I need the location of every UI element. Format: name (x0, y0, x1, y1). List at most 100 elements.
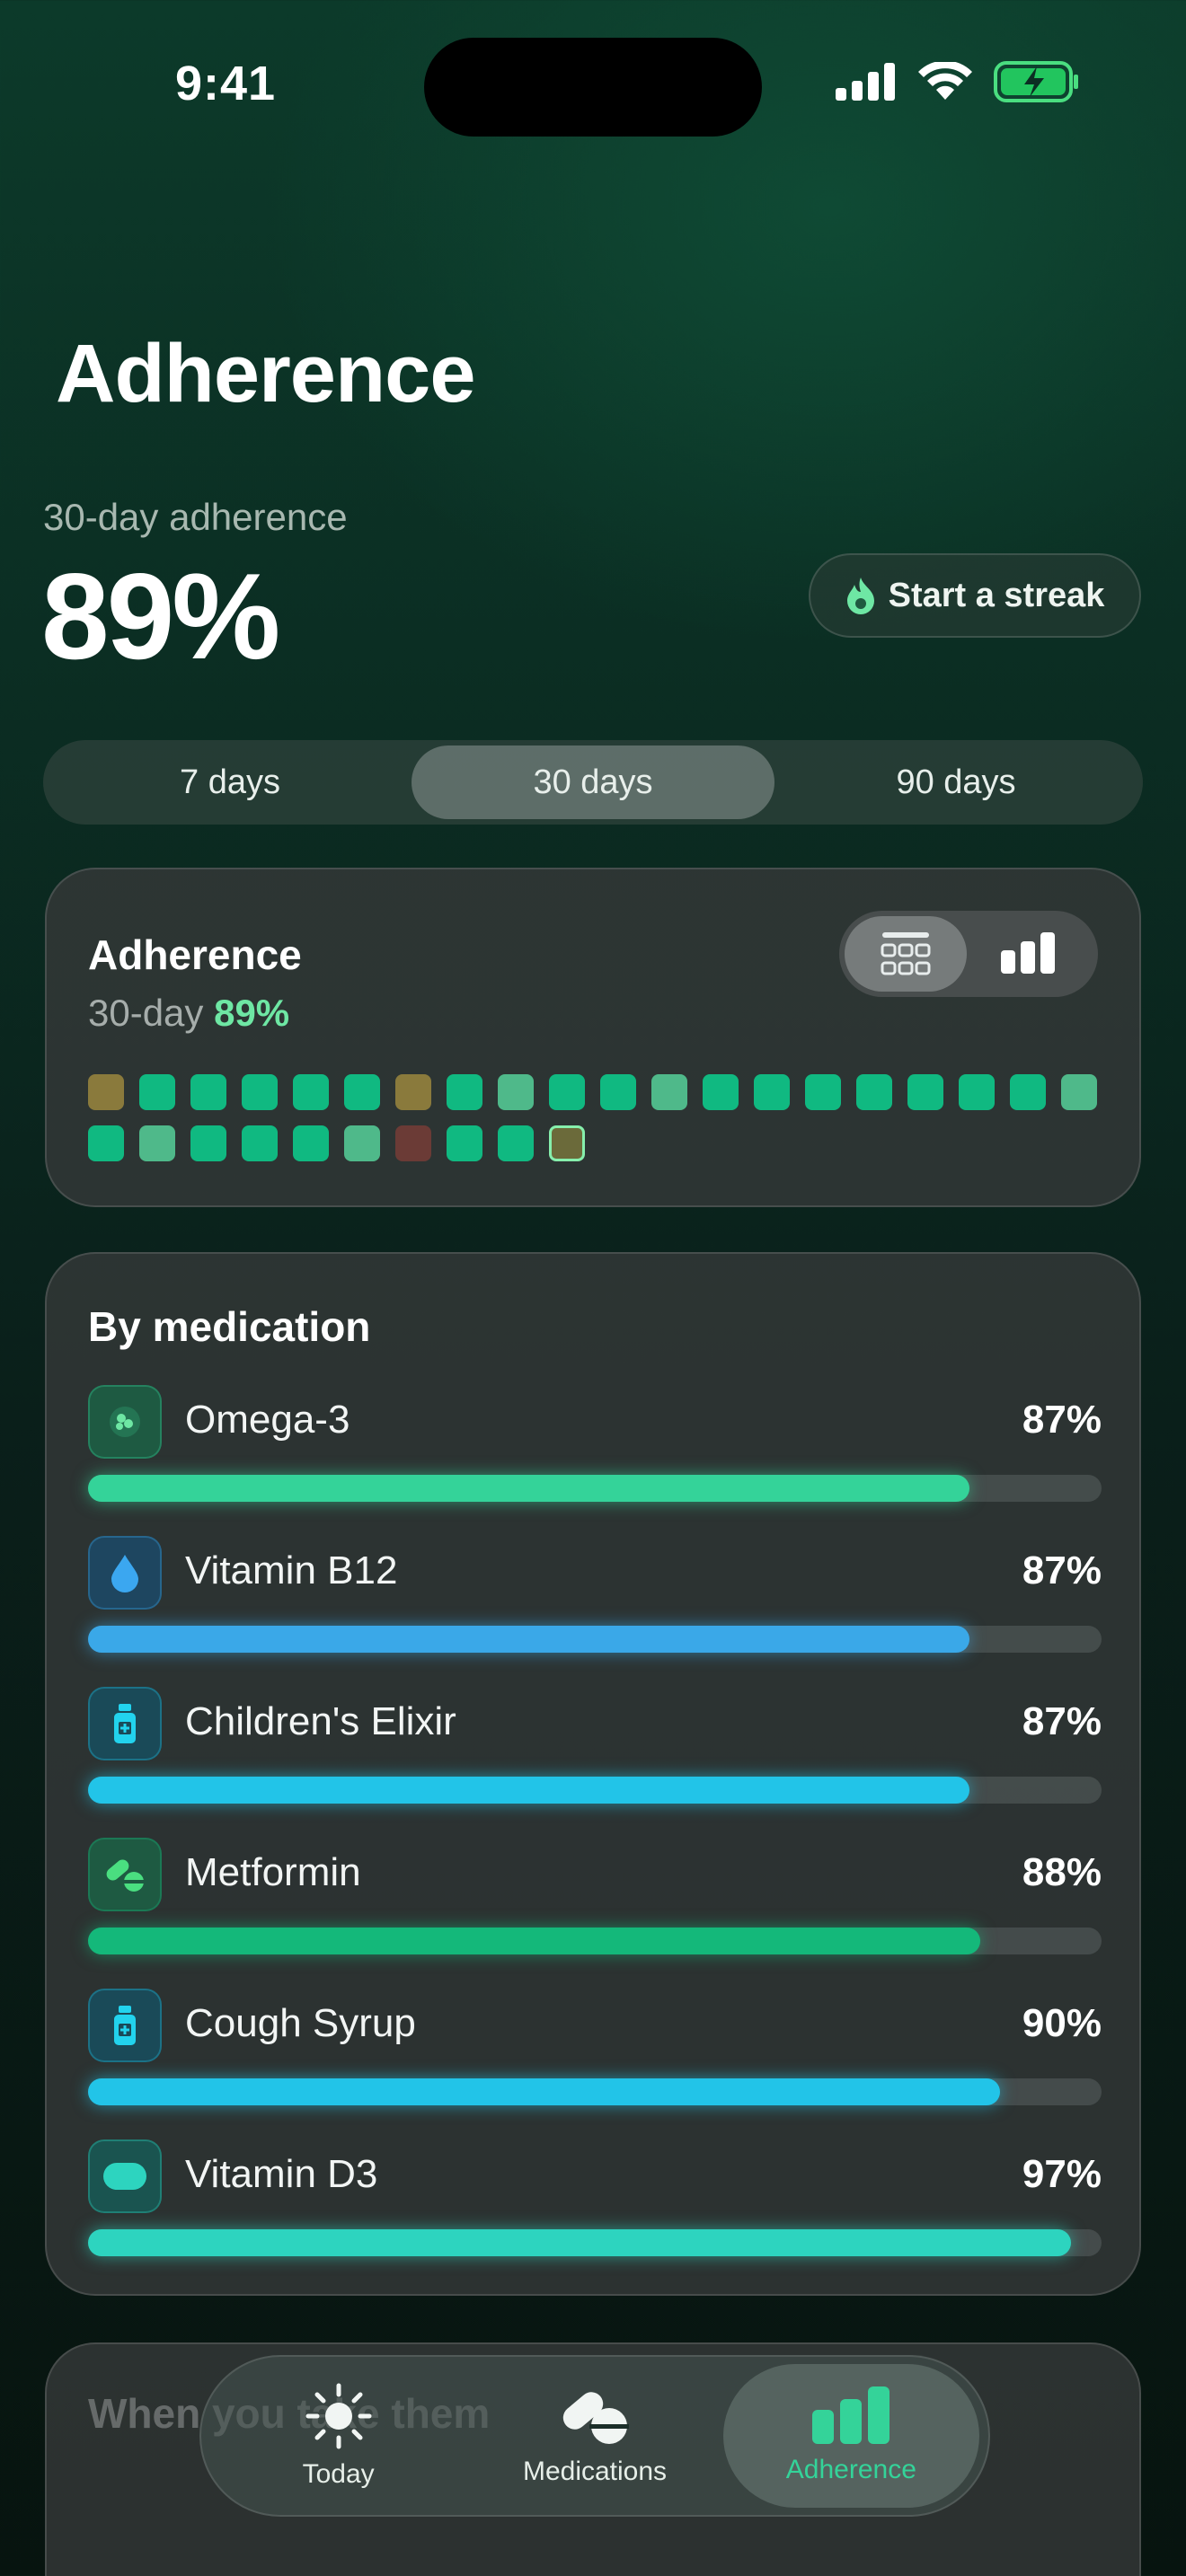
tab-medications[interactable]: Medications (466, 2364, 722, 2508)
adherence-day-cell[interactable] (754, 1074, 790, 1110)
tab-adherence-label: Adherence (785, 2455, 916, 2484)
progress-fill (88, 2078, 1001, 2105)
medication-row-childrens-elixir[interactable]: Children's Elixir 87% (88, 1687, 1102, 1822)
medication-name: Omega-3 (185, 1398, 350, 1442)
med-icon-box (88, 2139, 162, 2213)
grid-view-button[interactable] (845, 916, 967, 992)
medication-percent: 88% (1022, 1850, 1102, 1894)
adherence-card-title: Adherence (88, 931, 302, 978)
tab-today-label: Today (302, 2459, 375, 2489)
adherence-day-grid (88, 1074, 1103, 1161)
adherence-day-cell[interactable] (293, 1074, 329, 1110)
tab-medications-label: Medications (522, 2457, 668, 2486)
range-segmented-control: 7 days 30 days 90 days (43, 740, 1143, 825)
adherence-day-cell[interactable] (549, 1125, 585, 1161)
medication-name: Vitamin D3 (185, 2152, 378, 2196)
medication-row-vitamin-b12[interactable]: Vitamin B12 87% (88, 1536, 1102, 1671)
dynamic-island (424, 38, 762, 137)
adherence-day-cell[interactable] (344, 1074, 380, 1110)
adherence-day-cell[interactable] (139, 1074, 175, 1110)
view-toggle (839, 911, 1098, 997)
adherence-summary-label: 30-day adherence (43, 496, 348, 538)
med-icon-box (88, 1687, 162, 1760)
tab-bar: Today Medications Adherence (199, 2355, 990, 2517)
range-tab-7-days[interactable]: 7 days (49, 745, 412, 819)
start-streak-label: Start a streak (888, 576, 1105, 614)
medications-card-title: By medication (88, 1303, 371, 1350)
adherence-day-cell[interactable] (447, 1125, 482, 1161)
medication-name: Children's Elixir (185, 1699, 456, 1743)
adherence-day-cell[interactable] (907, 1074, 943, 1110)
tab-today[interactable]: Today (210, 2364, 466, 2508)
softgel-icon (103, 2163, 146, 2190)
medication-percent: 87% (1022, 1699, 1102, 1743)
adherence-day-cell[interactable] (88, 1074, 124, 1110)
progress-track (88, 1928, 1102, 1954)
adherence-summary-value: 89% (41, 548, 280, 684)
adherence-card-sub-value: 89% (214, 992, 290, 1034)
adherence-day-cell[interactable] (190, 1074, 226, 1110)
range-tab-30-days[interactable]: 30 days (412, 745, 774, 819)
adherence-day-cell[interactable] (88, 1125, 124, 1161)
medications-card: By medication Omega-3 87% Vitamin B12 87… (45, 1252, 1141, 2296)
adherence-day-cell[interactable] (498, 1125, 534, 1161)
bar-view-button[interactable] (967, 916, 1089, 992)
medication-name: Cough Syrup (185, 2001, 416, 2045)
page-title: Adherence (56, 328, 475, 419)
capsule-cluster-icon (110, 1407, 140, 1437)
progress-track (88, 1777, 1102, 1804)
start-streak-button[interactable]: Start a streak (809, 553, 1141, 638)
adherence-day-cell[interactable] (1061, 1074, 1097, 1110)
bottle-icon (114, 2006, 136, 2045)
adherence-day-cell[interactable] (600, 1074, 636, 1110)
adherence-day-cell[interactable] (549, 1074, 585, 1110)
bar-chart-icon (1001, 932, 1055, 974)
progress-track (88, 1626, 1102, 1653)
medication-row-metformin[interactable]: Metformin 88% (88, 1838, 1102, 1972)
medication-percent: 97% (1022, 2152, 1102, 2196)
adherence-day-cell[interactable] (395, 1125, 431, 1161)
progress-track (88, 2078, 1102, 2105)
bar-chart-icon (812, 2386, 890, 2444)
adherence-day-cell[interactable] (1010, 1074, 1046, 1110)
adherence-day-cell[interactable] (651, 1074, 687, 1110)
adherence-day-cell[interactable] (242, 1074, 278, 1110)
medication-percent: 87% (1022, 1548, 1102, 1592)
adherence-day-cell[interactable] (805, 1074, 841, 1110)
medication-row-vitamin-d3[interactable]: Vitamin D3 97% (88, 2139, 1102, 2274)
adherence-day-cell[interactable] (242, 1125, 278, 1161)
med-icon-box (88, 1536, 162, 1610)
adherence-day-cell[interactable] (293, 1125, 329, 1161)
adherence-day-cell[interactable] (856, 1074, 892, 1110)
adherence-day-cell[interactable] (395, 1074, 431, 1110)
sun-icon (305, 2383, 372, 2449)
adherence-day-cell[interactable] (703, 1074, 739, 1110)
progress-track (88, 1475, 1102, 1502)
signal-icon (836, 63, 895, 101)
droplet-icon (111, 1555, 138, 1592)
wifi-icon (918, 62, 972, 100)
medication-percent: 90% (1022, 2001, 1102, 2045)
medication-name: Vitamin B12 (185, 1548, 398, 1592)
med-icon-box (88, 1385, 162, 1459)
progress-fill (88, 1626, 970, 1653)
adherence-day-cell[interactable] (139, 1125, 175, 1161)
adherence-day-cell[interactable] (959, 1074, 995, 1110)
adherence-day-cell[interactable] (190, 1125, 226, 1161)
progress-fill (88, 1777, 970, 1804)
adherence-day-cell[interactable] (447, 1074, 482, 1110)
tab-adherence[interactable]: Adherence (722, 2364, 979, 2508)
adherence-card: Adherence 30-day 89% (45, 868, 1141, 1207)
progress-fill (88, 2229, 1072, 2256)
medication-row-cough-syrup[interactable]: Cough Syrup 90% (88, 1989, 1102, 2123)
med-icon-box (88, 1838, 162, 1911)
medication-name: Metformin (185, 1850, 361, 1894)
adherence-day-cell[interactable] (498, 1074, 534, 1110)
medication-row-omega-3[interactable]: Omega-3 87% (88, 1385, 1102, 1520)
adherence-day-cell[interactable] (344, 1125, 380, 1161)
status-icons (836, 61, 1080, 102)
pills-icon (562, 2392, 629, 2444)
grid-icon (881, 932, 931, 975)
range-tab-90-days[interactable]: 90 days (774, 745, 1137, 819)
flame-icon (846, 578, 874, 614)
